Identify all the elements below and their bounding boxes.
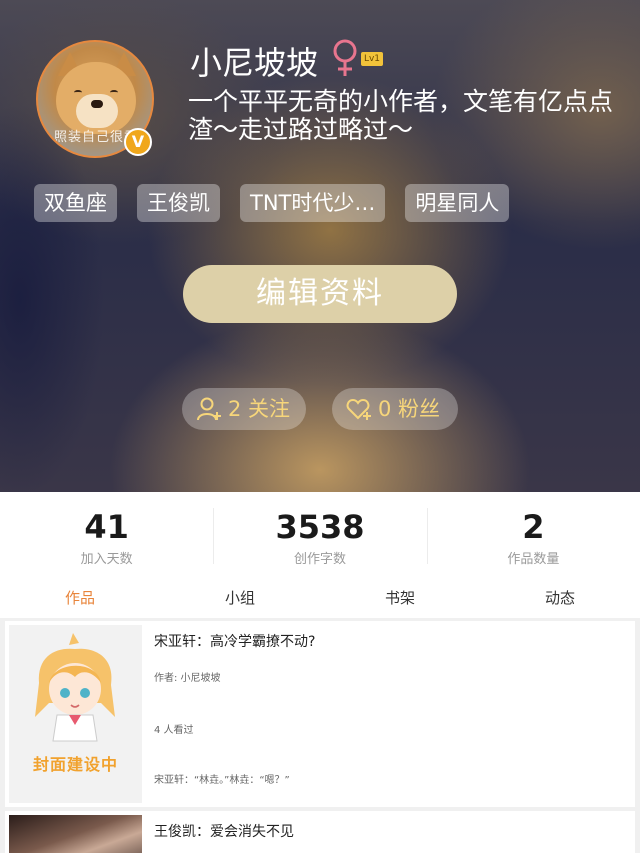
tag-zodiac[interactable]: 双鱼座 [34, 184, 117, 222]
profile-stats: 41 加入天数 3538 创作字数 2 作品数量 [0, 492, 640, 576]
female-gender-icon [333, 39, 357, 76]
profile-header: 照装自己很乖 V 小尼坡坡 Lv1 一个平平无奇的小作者，文笔有亿点点渣～走过路… [0, 0, 640, 492]
tab-bookshelf[interactable]: 书架 [320, 580, 480, 618]
dog-eye-left [74, 90, 82, 95]
dog-eye-right [110, 90, 118, 95]
tab-groups[interactable]: 小组 [160, 580, 320, 618]
tag-idol[interactable]: 王俊凯 [137, 184, 220, 222]
work-views: 4 人看过 [154, 725, 194, 736]
tag-genre[interactable]: 明星同人 [405, 184, 510, 222]
stat-value: 2 [522, 508, 545, 546]
list-item[interactable]: 王俊凯：爱会消失不见 [5, 811, 635, 853]
stat-days-joined: 41 加入天数 [0, 492, 213, 576]
verified-badge-icon: V [124, 128, 152, 156]
user-add-icon [197, 397, 221, 421]
fans-button[interactable]: 0 粉丝 [332, 388, 458, 430]
tab-activity[interactable]: 动态 [480, 580, 640, 618]
profile-bio: 一个平平无奇的小作者，文笔有亿点点渣～走过路过略过～ [188, 87, 614, 144]
stat-word-count: 3538 创作字数 [213, 492, 426, 576]
stat-value: 41 [84, 508, 129, 546]
stat-label: 创作字数 [293, 552, 346, 567]
dog-nose [91, 100, 103, 108]
cover-caption: 封面建设中 [32, 755, 118, 774]
profile-tags: 双鱼座 王俊凯 TNT时代少… 明星同人 [34, 184, 510, 222]
stat-value: 3538 [275, 508, 365, 546]
content-tabs: 作品 小组 书架 动态 [0, 580, 640, 618]
work-author: 作者: 小尼坡坡 [154, 673, 221, 684]
works-list: 封面建设中 宋亚轩：高冷学霸撩不动? 作者: 小尼坡坡 4 人看过 宋亚轩：“林… [0, 618, 640, 853]
following-label: 2 关注 [228, 397, 291, 421]
tab-works[interactable]: 作品 [0, 580, 160, 618]
work-summary: 宋亚轩：“林垚。”林垚：“嗯？” [154, 775, 290, 786]
fans-label: 0 粉丝 [378, 397, 441, 421]
heart-add-icon [346, 398, 371, 420]
work-title[interactable]: 宋亚轩：高冷学霸撩不动? [154, 631, 315, 651]
edit-profile-button[interactable]: 编辑资料 [183, 265, 457, 323]
cover-image[interactable] [9, 815, 142, 853]
tag-group[interactable]: TNT时代少… [240, 184, 386, 222]
stat-label: 作品数量 [507, 552, 560, 567]
stat-works-count: 2 作品数量 [426, 492, 640, 576]
following-button[interactable]: 2 关注 [182, 388, 306, 430]
cover-image[interactable]: 封面建设中 [9, 625, 142, 803]
username: 小尼坡坡 [190, 44, 319, 82]
list-item[interactable]: 封面建设中 宋亚轩：高冷学霸撩不动? 作者: 小尼坡坡 4 人看过 宋亚轩：“林… [5, 621, 635, 807]
level-badge: Lv1 [361, 52, 383, 66]
work-title[interactable]: 王俊凯：爱会消失不见 [154, 821, 294, 841]
stat-label: 加入天数 [80, 552, 133, 567]
anime-girl-placeholder-icon [35, 633, 115, 742]
